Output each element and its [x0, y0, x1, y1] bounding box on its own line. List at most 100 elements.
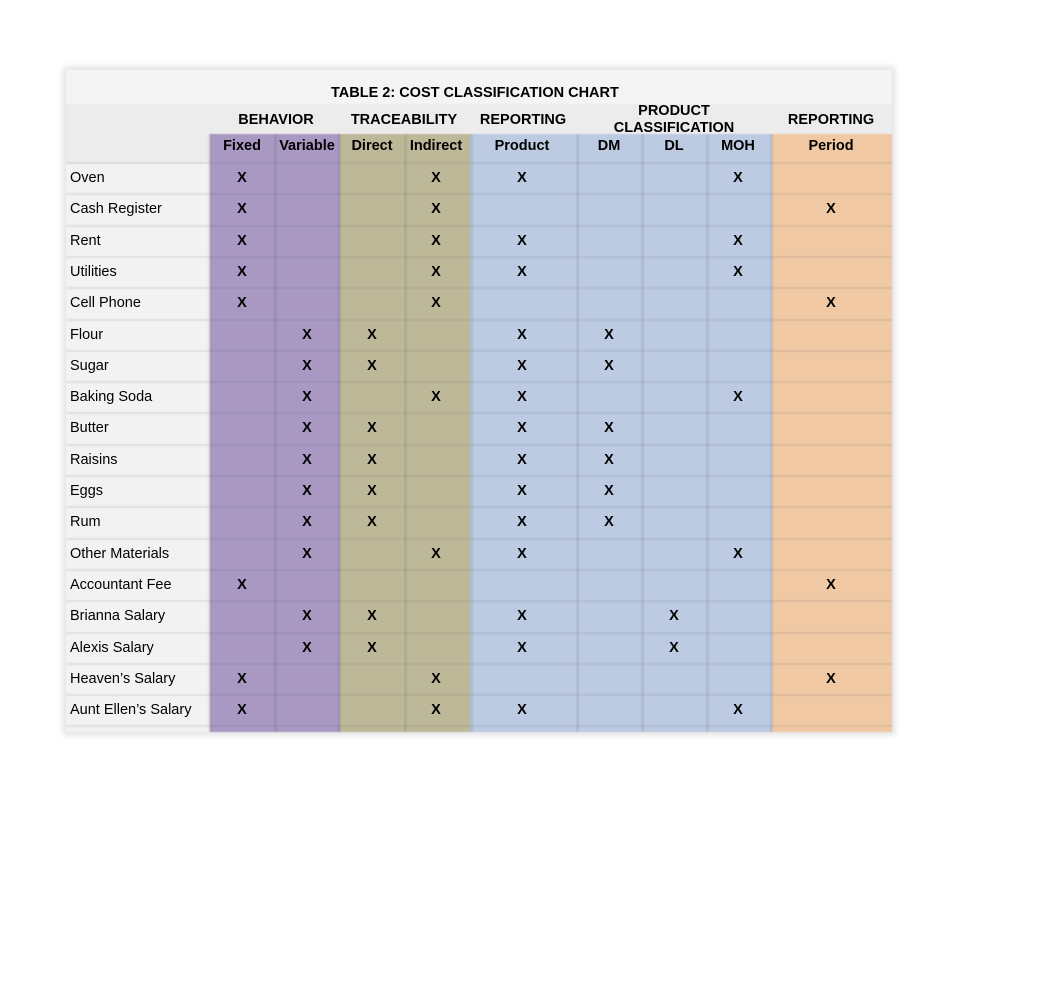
mark-fixed: X [237, 670, 247, 687]
table-title: TABLE 2: COST CLASSIFICATION CHART [331, 85, 619, 101]
row-divider [66, 694, 892, 697]
column-header-variable: Variable [279, 138, 335, 154]
row-label: Other Materials [70, 545, 170, 562]
group-header-traceability: TRACEABILITY [350, 112, 458, 128]
mark-product: X [517, 263, 527, 280]
mark-variable: X [302, 389, 312, 406]
mark-product: X [517, 232, 527, 249]
mark-fixed: X [237, 295, 247, 312]
mark-direct: X [367, 420, 377, 437]
row-divider [66, 506, 892, 509]
mark-indirect: X [431, 201, 441, 218]
mark-moh: X [733, 545, 743, 562]
mark-direct: X [367, 451, 377, 468]
row-label: Sugar [70, 357, 109, 374]
row-label: Aunt Ellen’s Salary [70, 702, 192, 719]
group-header-reporting-period: REPORTING [787, 112, 875, 128]
mark-product: X [517, 326, 527, 343]
group-header-reporting-product: REPORTING [479, 112, 567, 128]
mark-product: X [517, 545, 527, 562]
column-divider [404, 134, 407, 732]
mark-product: X [517, 639, 527, 656]
column-header-moh: MOH [721, 138, 755, 154]
row-label: Heaven’s Salary [70, 670, 176, 687]
mark-period: X [826, 295, 836, 312]
mark-direct: X [367, 514, 377, 531]
mark-moh: X [733, 389, 743, 406]
row-label: Flour [70, 326, 104, 343]
mark-indirect: X [431, 232, 441, 249]
mark-indirect: X [431, 389, 441, 406]
mark-fixed: X [237, 576, 247, 593]
column-divider [641, 134, 644, 732]
row-divider [66, 193, 892, 196]
mark-dm: X [604, 326, 614, 343]
mark-fixed: X [237, 201, 247, 218]
row-divider [66, 475, 892, 477]
row-label: Rent [70, 232, 101, 249]
mark-dm: X [604, 451, 614, 468]
mark-period: X [826, 670, 836, 687]
mark-variable: X [302, 451, 312, 468]
mark-fixed: X [237, 263, 247, 280]
row-label: Baking Soda [70, 389, 153, 406]
row-divider [66, 443, 892, 446]
cost-classification-table [66, 70, 892, 732]
mark-dm: X [604, 420, 614, 437]
column-divider [274, 134, 277, 732]
mark-dm: X [604, 514, 614, 531]
row-divider [66, 349, 892, 352]
mark-variable: X [302, 545, 312, 562]
mark-variable: X [302, 514, 312, 531]
column-header-indirect: Indirect [409, 138, 463, 154]
mark-product: X [517, 608, 527, 625]
column-header-product: Product [494, 138, 550, 154]
row-label: Oven [70, 170, 105, 186]
group-header-product-classification-line1: PRODUCT [638, 103, 710, 119]
row-divider [66, 600, 892, 603]
mark-period: X [826, 201, 836, 218]
column-divider [470, 134, 473, 732]
column-header-fixed: Fixed [223, 138, 261, 154]
mark-direct: X [367, 483, 377, 499]
mark-dm: X [604, 483, 614, 499]
column-divider [208, 134, 211, 732]
mark-moh: X [733, 702, 743, 719]
mark-direct: X [367, 639, 377, 656]
column-header-period: Period [808, 138, 854, 154]
column-divider [770, 134, 773, 732]
mark-direct: X [367, 326, 377, 343]
row-divider [66, 287, 892, 290]
row-divider [66, 162, 892, 164]
row-divider [66, 381, 892, 384]
mark-variable: X [302, 483, 312, 499]
row-divider [66, 224, 892, 227]
row-divider [66, 725, 892, 728]
mark-variable: X [302, 326, 312, 343]
row-label: Brianna Salary [70, 608, 166, 625]
mark-product: X [517, 451, 527, 468]
mark-moh: X [733, 170, 743, 186]
mark-direct: X [367, 357, 377, 374]
row-divider [66, 537, 892, 540]
mark-indirect: X [431, 545, 441, 562]
row-label: Alexis Salary [70, 639, 154, 656]
mark-indirect: X [431, 170, 441, 186]
mark-product: X [517, 170, 527, 186]
row-label: Cell Phone [70, 295, 141, 312]
mark-fixed: X [237, 232, 247, 249]
row-divider [66, 631, 892, 634]
mark-fixed: X [237, 702, 247, 719]
column-divider [706, 134, 709, 732]
row-label: Eggs [70, 483, 104, 499]
row-divider [66, 318, 892, 321]
column-divider [338, 134, 341, 732]
mark-indirect: X [431, 670, 441, 687]
row-label: Accountant Fee [70, 576, 172, 593]
row-divider [66, 568, 892, 571]
column-header-dl: DL [664, 138, 684, 154]
mark-moh: X [733, 232, 743, 249]
mark-dm: X [604, 357, 614, 374]
mark-period: X [826, 576, 836, 593]
subheader-label-bg [66, 134, 210, 164]
